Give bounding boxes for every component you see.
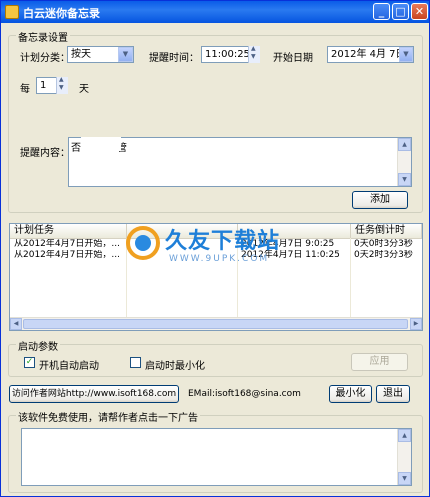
content-scrollbar[interactable]: ▲ ▼ bbox=[397, 138, 411, 186]
column-header-countdown[interactable]: 任务倒计时 bbox=[351, 224, 422, 238]
scroll-right-icon[interactable]: ▶ bbox=[410, 318, 422, 330]
every-label: 每 bbox=[20, 84, 30, 95]
apply-button[interactable]: 应用 bbox=[351, 353, 408, 371]
category-value: 按天 bbox=[71, 49, 91, 60]
minimize-on-start-checkbox[interactable] bbox=[130, 357, 141, 368]
auto-start-checkbox[interactable]: ✓ bbox=[24, 357, 35, 368]
add-button[interactable]: 添加 bbox=[352, 191, 408, 209]
row-countdown: 0天2时3分3秒 bbox=[354, 250, 413, 260]
ad-scrollbar[interactable]: ▲ ▼ bbox=[397, 429, 411, 485]
auto-start-label: 开机自动启动 bbox=[39, 361, 99, 372]
chevron-down-icon[interactable]: ▼ bbox=[118, 47, 133, 62]
start-date-label: 开始日期 bbox=[273, 53, 313, 64]
watermark: 久友下载站 WWW.9UPK.COM bbox=[125, 221, 295, 271]
close-button[interactable]: ✕ bbox=[411, 3, 428, 20]
window-title: 白云迷你备忘录 bbox=[23, 7, 100, 20]
row-task: 从2012年4月7日开始，... bbox=[14, 239, 120, 249]
watermark-url: WWW.9UPK.COM bbox=[169, 254, 270, 264]
minimize-app-button[interactable]: 最小化 bbox=[329, 385, 372, 403]
calendar-dropdown-icon[interactable]: ▼ bbox=[399, 47, 413, 62]
scroll-up-icon[interactable]: ▲ bbox=[398, 138, 411, 151]
watermark-logo-icon bbox=[126, 226, 160, 260]
exit-button[interactable]: 退出 bbox=[376, 385, 410, 403]
ad-title: 该软件免费使用，请帮作者点击一下广告 bbox=[16, 409, 200, 424]
app-window: 白云迷你备忘录 _ □ ✕ 备忘录设置 计划分类： 按天 ▼ 提醒时间： 11:… bbox=[0, 0, 430, 497]
remind-time-value: 11:00:25 bbox=[205, 49, 250, 60]
content-label: 提醒内容： bbox=[20, 148, 70, 159]
scroll-left-icon[interactable]: ◀ bbox=[10, 318, 22, 330]
content-text: 否 bbox=[71, 143, 81, 154]
scroll-up-icon[interactable]: ▲ bbox=[398, 429, 411, 442]
visit-site-button[interactable]: 访问作者网站http://www.isoft168.com bbox=[9, 385, 179, 403]
watermark-brand: 久友下载站 bbox=[165, 229, 281, 254]
memo-settings-title: 备忘录设置 bbox=[16, 29, 70, 44]
row-task: 从2012年4月7日开始，... bbox=[14, 250, 120, 260]
minimize-button[interactable]: _ bbox=[373, 3, 390, 20]
ad-area[interactable]: ▲ ▼ bbox=[21, 428, 412, 486]
column-header-task[interactable]: 计划任务 bbox=[10, 224, 127, 238]
remind-time-spinner[interactable] bbox=[248, 45, 260, 63]
minimize-on-start-label: 启动时最小化 bbox=[145, 361, 205, 372]
row-countdown: 0天0时3分3秒 bbox=[354, 239, 413, 249]
scroll-thumb[interactable] bbox=[23, 319, 408, 329]
scroll-down-icon[interactable]: ▼ bbox=[398, 173, 411, 186]
remind-time-label: 提醒时间： bbox=[149, 53, 199, 64]
scroll-down-icon[interactable]: ▼ bbox=[398, 472, 411, 485]
title-bar[interactable]: 白云迷你备忘录 _ □ ✕ bbox=[1, 1, 429, 23]
day-unit-label: 天 bbox=[79, 84, 89, 95]
every-spinner[interactable] bbox=[56, 76, 68, 94]
email-text: EMail:isoft168@sina.com bbox=[188, 389, 301, 399]
redacted-area bbox=[81, 137, 121, 151]
category-label: 计划分类： bbox=[20, 53, 70, 64]
app-icon bbox=[5, 5, 19, 19]
task-list-hscrollbar[interactable]: ◀ ▶ bbox=[10, 317, 422, 330]
every-value: 1 bbox=[40, 80, 47, 91]
startup-title: 启动参数 bbox=[16, 338, 60, 353]
maximize-button[interactable]: □ bbox=[392, 3, 409, 20]
